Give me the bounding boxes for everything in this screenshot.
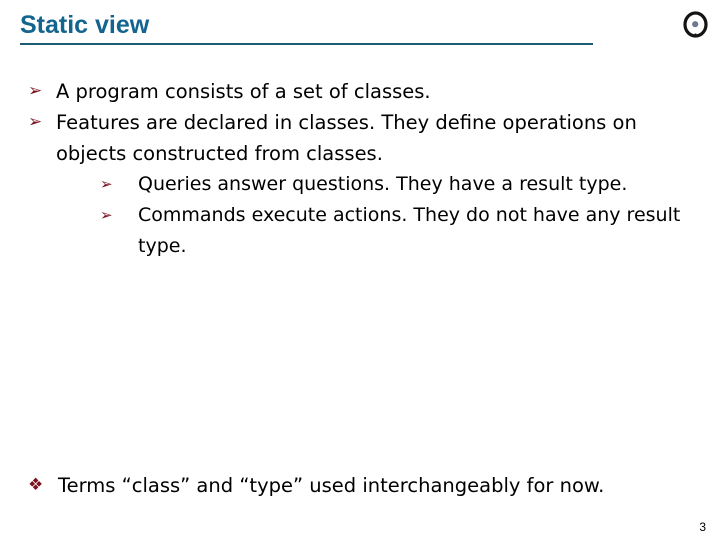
list-item: ➢ Features are declared in classes. They…	[22, 107, 694, 169]
title-underline-rule	[20, 43, 593, 45]
list-item-text: Features are declared in classes. They d…	[56, 111, 637, 165]
sub-list-item-text: Queries answer questions. They have a re…	[138, 173, 628, 195]
page-title: Static view	[20, 11, 150, 39]
sub-list-item-text: Commands execute actions. They do not ha…	[138, 204, 681, 257]
list-item: ➢ A program consists of a set of classes…	[22, 76, 694, 107]
floret-diamond-bullet-icon: ❖	[28, 475, 44, 495]
arrowhead-bullet-icon: ➢	[100, 206, 113, 224]
arrowhead-bullet-icon: ➢	[28, 112, 43, 132]
slide-canvas: Static view ➢ A program consists of a se…	[0, 0, 720, 540]
bottom-note-text: Terms “class” and “type” used interchang…	[58, 474, 605, 497]
bullet-list: ➢ A program consists of a set of classes…	[22, 76, 694, 262]
list-item-text: A program consists of a set of classes.	[56, 80, 431, 103]
circular-disc-logo-icon	[682, 11, 709, 38]
arrowhead-bullet-icon: ➢	[28, 81, 43, 101]
bottom-note: ❖ Terms “class” and “type” used intercha…	[22, 470, 702, 501]
arrowhead-bullet-icon: ➢	[100, 175, 113, 193]
sub-list-item: ➢ Queries answer questions. They have a …	[100, 169, 694, 200]
title-area: Static view	[20, 10, 595, 40]
page-number: 3	[699, 520, 706, 534]
sub-list-item: ➢ Commands execute actions. They do not …	[100, 200, 694, 262]
